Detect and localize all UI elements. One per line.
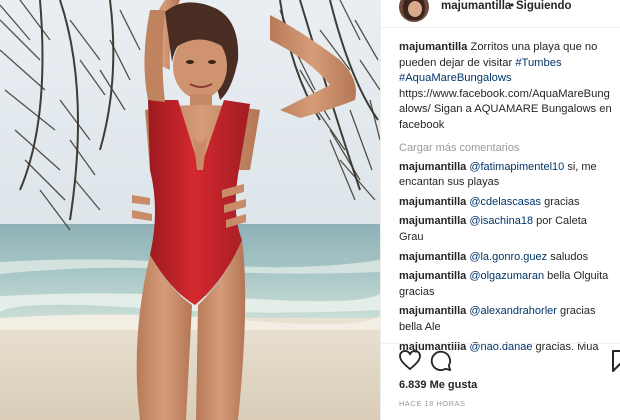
actions-divider xyxy=(381,343,620,344)
caption-text: https://www.facebook.com/AquaMareBungalo… xyxy=(399,87,612,131)
post-side-panel: majumantilla • Siguiendo majumantilla Zo… xyxy=(380,0,620,420)
comment-row: majumantilla @fatimapimentel10 si, me en… xyxy=(399,160,614,191)
heart-icon[interactable] xyxy=(399,349,421,375)
comment-text: saludos xyxy=(550,250,589,263)
hashtag-link[interactable]: #AquaMareBungalows xyxy=(399,72,512,84)
comment-mention[interactable]: @la.gonro.guez xyxy=(469,251,547,263)
comment-list: majumantilla @fatimapimentel10 si, me en… xyxy=(399,160,614,356)
author-username[interactable]: majumantilla xyxy=(441,0,511,12)
post-header: majumantilla • Siguiendo xyxy=(381,0,620,22)
comment-row: majumantilla @la.gonro.guez saludos xyxy=(399,250,614,266)
comment-row: majumantilla @olgazumaran bella Olguita … xyxy=(399,269,614,300)
comment-username[interactable]: majumantilla xyxy=(399,196,466,208)
comment-username[interactable]: majumantilla xyxy=(399,251,466,263)
hashtag-link[interactable]: #Tumbes xyxy=(515,57,561,69)
comment-text: gracias xyxy=(544,195,580,208)
comment-mention[interactable]: @isachina18 xyxy=(469,215,533,227)
comment-username[interactable]: majumantilla xyxy=(399,305,466,317)
comment-row: majumantilla @alexandrahorler gracias be… xyxy=(399,304,614,335)
comment-username[interactable]: majumantilla xyxy=(399,270,466,282)
action-bar xyxy=(399,349,620,375)
comment-mention[interactable]: @alexandrahorler xyxy=(469,305,557,317)
beach-photo xyxy=(0,0,380,420)
likes-count[interactable]: 6.839 Me gusta xyxy=(399,379,477,391)
header-separator: • xyxy=(510,0,515,12)
caption: majumantilla Zorritos una playa que no p… xyxy=(399,40,614,134)
comment-row: majumantilla @cdelascasas gracias xyxy=(399,195,614,211)
comment-mention[interactable]: @olgazumaran xyxy=(469,270,544,282)
avatar[interactable] xyxy=(399,0,429,22)
post-timestamp: HACE 18 HORAS xyxy=(399,399,466,408)
comment-row: majumantilla @isachina18 por Caleta Grau xyxy=(399,214,614,245)
bookmark-icon[interactable] xyxy=(612,350,620,377)
caption-username[interactable]: majumantilla xyxy=(399,41,467,53)
comment-username[interactable]: majumantilla xyxy=(399,215,466,227)
follow-status-button[interactable]: Siguiendo xyxy=(516,0,572,12)
header-divider xyxy=(381,27,620,28)
comment-mention[interactable]: @fatimapimentel10 xyxy=(469,161,564,173)
post-photo[interactable] xyxy=(0,0,380,420)
load-more-comments[interactable]: Cargar más comentarios xyxy=(399,142,614,154)
comments-section: majumantilla Zorritos una playa que no p… xyxy=(399,40,614,359)
comment-icon[interactable] xyxy=(430,350,452,377)
comment-mention[interactable]: @cdelascasas xyxy=(469,196,541,208)
comment-username[interactable]: majumantilla xyxy=(399,161,466,173)
